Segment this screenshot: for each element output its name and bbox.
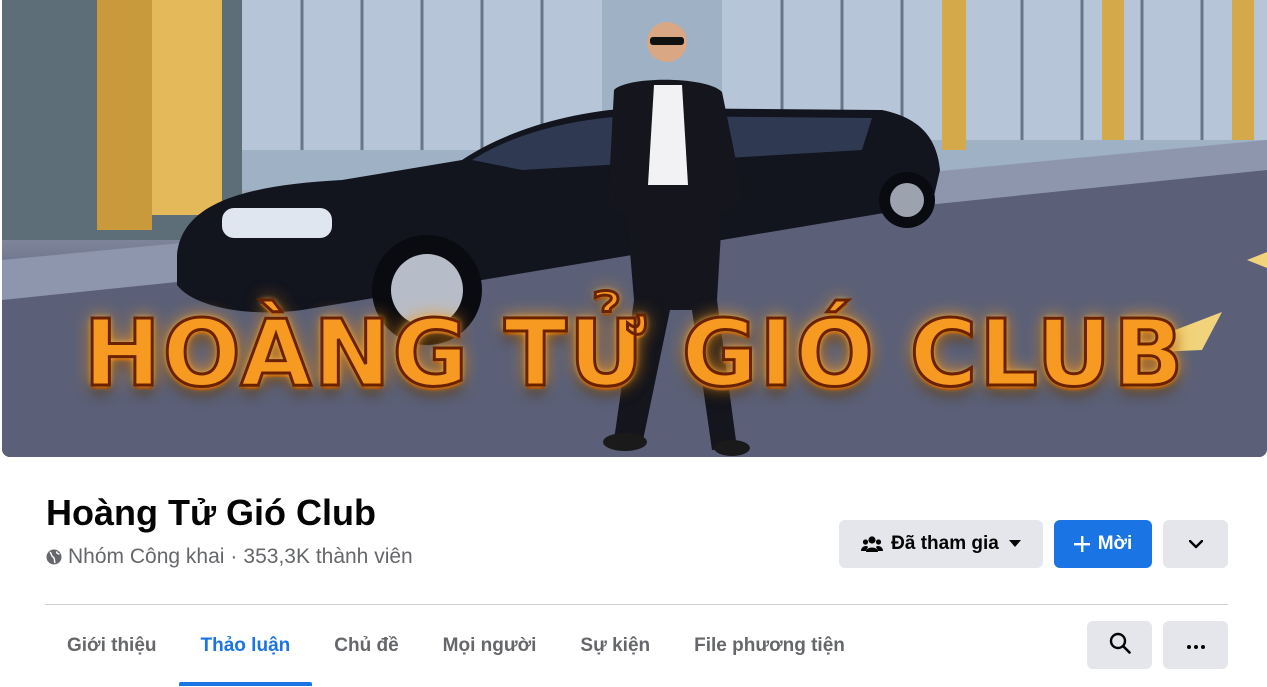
group-tabs: Giới thiệu Thảo luận Chủ đề Mọi người Sự… [45,620,867,687]
people-icon [861,535,884,553]
search-icon [1109,632,1131,659]
search-button[interactable] [1087,621,1152,669]
chevron-down-icon [1188,533,1203,555]
group-page: HOÀNG TỬ GIÓ CLUB Hoàng Tử Gió Club Nhóm… [0,0,1267,687]
joined-button[interactable]: Đã tham gia [839,520,1043,568]
tab-people[interactable]: Mọi người [421,620,559,672]
tab-topics[interactable]: Chủ đề [312,620,420,672]
group-privacy: Nhóm Công khai [68,545,225,568]
invite-label: Mời [1097,533,1133,554]
group-name[interactable]: Hoàng Tử Gió Club [46,492,376,534]
globe-icon [46,549,62,565]
caret-down-icon [1008,540,1021,548]
group-member-count[interactable]: 353,3K thành viên [243,545,412,569]
cover-title-text: HOÀNG TỬ GIÓ CLUB [82,299,1186,409]
header-divider [45,604,1228,605]
group-meta: Nhóm Công khai · 353,3K thành viên [46,545,413,569]
joined-label: Đã tham gia [891,533,999,554]
tab-events[interactable]: Sự kiện [558,620,672,672]
ellipsis-icon [1186,636,1205,654]
cover-photo[interactable]: HOÀNG TỬ GIÓ CLUB [2,0,1267,457]
plus-icon [1073,536,1090,552]
tab-discussion[interactable]: Thảo luận [178,620,313,686]
more-options-button[interactable] [1163,520,1228,568]
tab-media[interactable]: File phương tiện [672,620,867,672]
more-menu-button[interactable] [1163,621,1228,669]
invite-button[interactable]: Mời [1054,520,1152,568]
meta-separator: · [230,545,238,568]
tab-about[interactable]: Giới thiệu [45,620,179,672]
